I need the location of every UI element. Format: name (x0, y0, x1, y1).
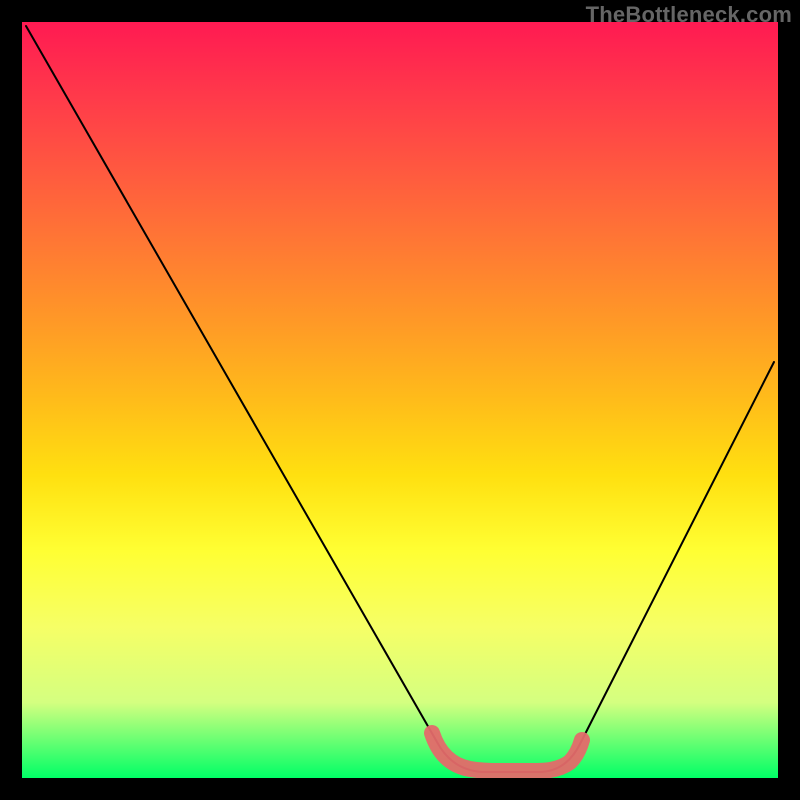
bottleneck-curve (26, 26, 774, 772)
chart-plot-area (22, 22, 778, 778)
watermark-text: TheBottleneck.com (586, 2, 792, 28)
chart-frame: TheBottleneck.com (0, 0, 800, 800)
highlight-band (432, 733, 582, 771)
chart-svg (22, 22, 778, 778)
